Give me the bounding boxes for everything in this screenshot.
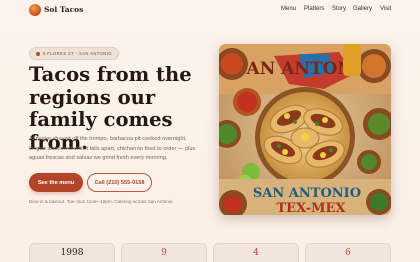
mural-text-bottom-2: TEX-MEX (277, 201, 347, 215)
hero-taco-image: SAN ANTONIO SAN ANTONIO TEX-MEX (219, 44, 391, 215)
nav-gallery[interactable]: Gallery (353, 6, 372, 12)
stat-card: 6 (305, 243, 391, 262)
hero-description: Al pastor shaved off the trompo, barbaco… (29, 136, 196, 162)
call-button[interactable]: Call (210) 555-0158 (87, 173, 152, 192)
sun-logo-icon[interactable] (29, 4, 41, 16)
stat-value: 1998 (60, 248, 84, 258)
stat-card: 4 (213, 243, 299, 262)
brand-name[interactable]: Sol Tacos (44, 5, 83, 14)
stat-value: 9 (161, 248, 167, 258)
nav-menu[interactable]: Menu (281, 6, 296, 12)
stats-row: 1998 9 4 6 (29, 243, 391, 262)
stat-value: 4 (253, 248, 259, 258)
nav-platters[interactable]: Platters (304, 6, 324, 12)
stat-card: 1998 (29, 243, 115, 262)
hours-note: Dine-in & takeout. Tue–Sun 11am–10pm. Ca… (29, 199, 174, 204)
location-pin-icon (36, 51, 40, 56)
nav-story[interactable]: Story (332, 6, 346, 12)
see-menu-button[interactable]: See the menu (29, 173, 83, 192)
nav-visit[interactable]: Visit (380, 6, 391, 12)
mural-text-bottom-1: SAN ANTONIO (253, 186, 361, 201)
site-header: Sol Tacos Menu Platters Story Gallery Vi… (0, 0, 420, 22)
location-pill-text: 5 FLORES ST · SAN ANTONIO (43, 51, 112, 56)
stat-card: 9 (121, 243, 207, 262)
stat-value: 6 (345, 248, 351, 258)
location-pill: 5 FLORES ST · SAN ANTONIO (29, 47, 119, 60)
